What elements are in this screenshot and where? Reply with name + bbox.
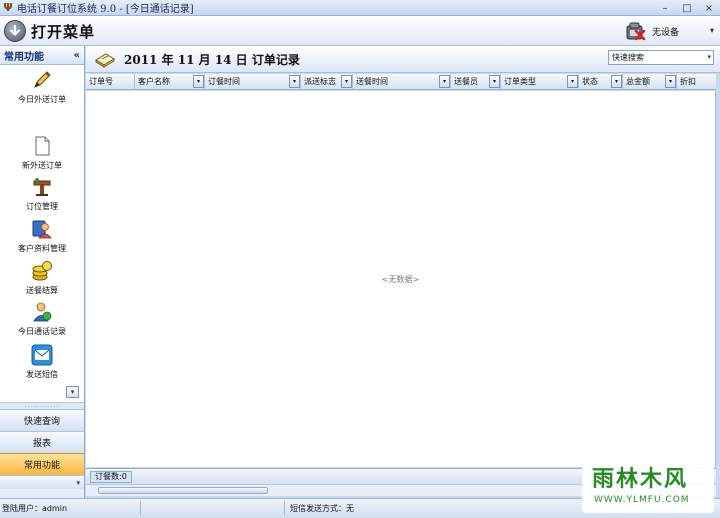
device-label: 无设备 [652,27,680,38]
sidebar-title: 常用功能 [4,51,44,63]
phone-disconnected-icon [624,20,646,42]
sidebar-item-new-delivery-order[interactable]: 新外送订单 [0,135,84,171]
orders-panel-header: 2011 年 11 月 14 日 订单记录 快速搜索 ▾ [86,46,720,73]
chevron-down-icon: ▾ [707,53,711,61]
sidebar-item-today-call-log[interactable]: 今日通话记录 [0,301,84,337]
title-bar: Ψ 电话订餐订位系统 9.0 - [今日通话记录] – □ × [0,0,720,16]
column-label: 订单号 [89,77,113,86]
filter-dropdown-icon[interactable]: ▾ [611,75,622,88]
column-header-delivery-time[interactable]: 送餐时间 ▾ [353,74,451,90]
orders-grid-header: 订单号 客户名称 ▾ 订餐时间 ▾ 派送标志 ▾ 送餐时间 ▾ 送餐员 ▾ 订单类型 ▾ 状… [86,74,716,90]
header-dropdown-arrow[interactable]: ▾ [710,26,714,35]
watermark-logo: 雨林木风 [592,467,689,492]
filter-dropdown-icon[interactable]: ▾ [489,75,500,88]
column-header-status[interactable]: 状态 ▾ [579,74,623,90]
sidebar-item-today-delivery-orders[interactable]: 今日外送订单 [0,69,84,105]
filter-dropdown-icon[interactable]: ▾ [341,75,352,88]
column-header-order-time[interactable]: 订餐时间 ▾ [205,74,301,90]
phone-call-icon [31,301,53,323]
column-label: 送餐时间 [356,77,388,86]
sidebar-tab-quick-query[interactable]: 快速查询 [0,409,84,431]
sidebar-item-send-sms[interactable]: 发送短信 [0,344,84,380]
quick-search-value: 快速搜索 [612,53,644,62]
quick-search-select[interactable]: 快速搜索 ▾ [608,50,714,65]
column-header-courier[interactable]: 送餐员 ▾ [451,74,501,90]
maximize-button[interactable]: □ [676,0,698,16]
sidebar-item-label: 订位管理 [26,202,58,211]
column-label: 客户名称 [138,77,170,86]
column-header-total-amount[interactable]: 总金额 ▾ [623,74,677,90]
scrollbar-thumb[interactable] [98,487,268,494]
column-label: 订单类型 [504,77,536,86]
sidebar: 常用功能 « 今日外送订单 新外送订单 订位管理 客户资料管理 送餐结算 今日通… [0,46,85,498]
sidebar-item-label: 今日外送订单 [18,95,66,104]
device-status[interactable]: 无设备 [624,19,679,43]
sidebar-item-label: 今日通话记录 [18,327,66,336]
filter-dropdown-icon[interactable]: ▾ [567,75,578,88]
order-count: 订餐数:0 [90,471,132,483]
column-label: 派送标志 [304,77,336,86]
coins-icon [31,260,53,282]
watermark-url: WWW.YLMFU.COM [594,495,690,505]
status-sms-method: 短信发送方式：无 [290,504,354,513]
close-button[interactable]: × [698,0,720,16]
new-document-icon [31,135,53,157]
orders-grid-body[interactable]: <无数据> [86,91,716,467]
mail-icon [31,344,53,366]
sidebar-item-label: 发送短信 [26,370,58,379]
filter-dropdown-icon[interactable]: ▾ [665,75,676,88]
sidebar-item-customer-management[interactable]: 客户资料管理 [0,218,84,254]
column-header-customer-name[interactable]: 客户名称 ▾ [135,74,205,90]
column-label: 折扣 [680,77,696,86]
pen-icon [31,69,53,91]
window-controls: – □ × [654,0,720,16]
sidebar-item-delivery-settlement[interactable]: 送餐结算 [0,260,84,296]
orders-panel-title: 2011 年 11 月 14 日 订单记录 [124,52,300,67]
column-header-dispatch-flag[interactable]: 派送标志 ▾ [301,74,353,90]
site-watermark: 雨林木风 WWW.YLMFU.COM [582,456,714,513]
sidebar-item-label: 送餐结算 [26,286,58,295]
table-reservation-icon [31,176,53,198]
sidebar-items: 今日外送订单 新外送订单 订位管理 客户资料管理 送餐结算 今日通话记录 发送短… [0,65,84,403]
status-logged-user: 登陆用户：admin [2,504,68,513]
sidebar-item-reservation-management[interactable]: 订位管理 [0,176,84,212]
down-arrow-circle-icon [4,20,26,42]
sidebar-more-button[interactable]: ▾ [0,475,84,489]
empty-placeholder: <无数据> [381,275,420,284]
column-header-order-no[interactable]: 订单号 [86,74,135,90]
column-label: 总金额 [626,77,650,86]
minimize-button[interactable]: – [654,0,676,16]
filter-dropdown-icon[interactable]: ▾ [439,75,450,88]
status-divider [140,501,141,515]
window-title: 电话订餐订位系统 9.0 - [今日通话记录] [17,4,194,15]
column-label: 状态 [582,77,598,86]
open-menu-button[interactable]: 打开菜单 [4,19,95,43]
sidebar-tab-reports[interactable]: 报表 [0,431,84,453]
customers-icon [31,218,53,240]
app-logo-icon: Ψ [3,1,13,14]
sidebar-collapse-button[interactable]: « [74,50,80,61]
order-book-icon [94,50,116,68]
open-menu-label: 打开菜单 [31,22,96,41]
sidebar-item-label: 客户资料管理 [18,244,66,253]
column-label: 订餐时间 [208,77,240,86]
sidebar-scroll-down-button[interactable]: ▾ [66,386,79,398]
filter-dropdown-icon[interactable]: ▾ [289,75,300,88]
column-label: 送餐员 [454,77,478,86]
filter-dropdown-icon[interactable]: ▾ [193,75,204,88]
column-header-discount[interactable]: 折扣 [677,74,716,90]
sidebar-item-label: 新外送订单 [22,161,62,170]
status-divider [284,501,285,515]
app-header: 打开菜单 无设备 ▾ [0,16,720,46]
column-header-order-type[interactable]: 订单类型 ▾ [501,74,579,90]
sidebar-tab-common-functions[interactable]: 常用功能 [0,453,84,475]
sidebar-header: 常用功能 « [0,46,84,65]
